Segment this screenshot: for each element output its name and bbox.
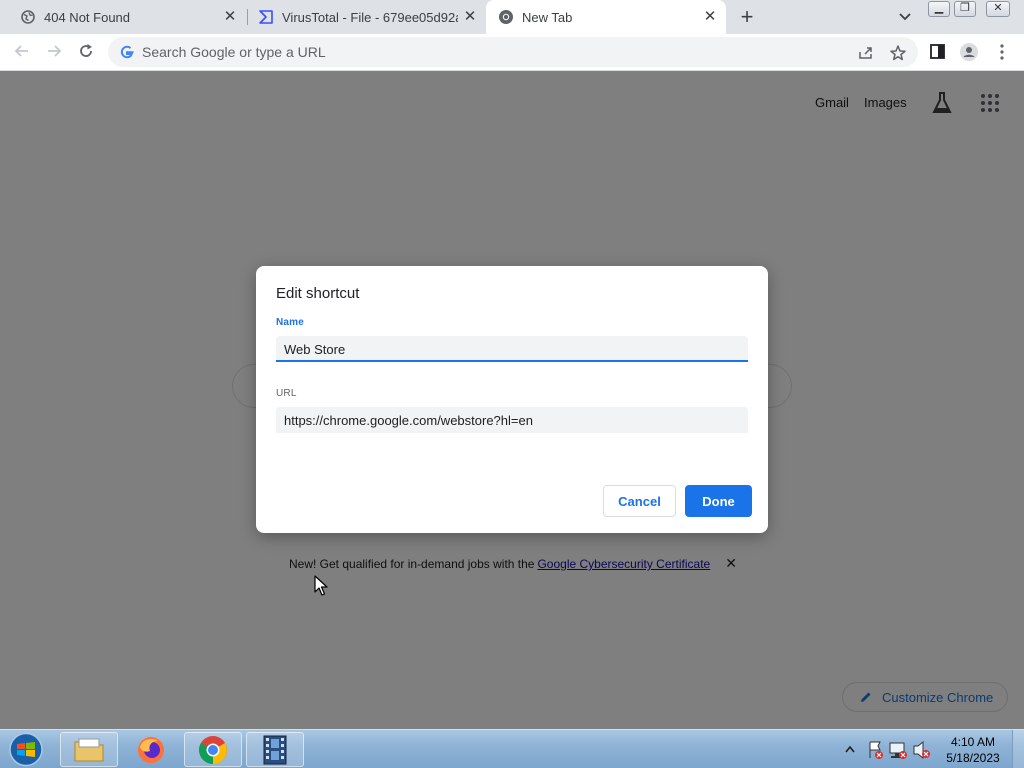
url-field-label: URL bbox=[276, 388, 297, 399]
back-arrow-icon bbox=[14, 45, 28, 57]
tab-search-chevron-icon[interactable] bbox=[896, 9, 914, 25]
mouse-cursor-icon bbox=[314, 575, 328, 596]
taskbar-clock[interactable]: 4:10 AM 5/18/2023 bbox=[940, 734, 1006, 766]
clock-date: 5/18/2023 bbox=[946, 751, 1000, 765]
dialog-title: Edit shortcut bbox=[276, 285, 360, 302]
tab-title: VirusTotal - File - 679ee05d92a85 bbox=[282, 9, 458, 25]
tab-strip: 404 Not Found ✕ VirusTotal - File - 679e… bbox=[0, 0, 1024, 34]
name-input[interactable]: Web Store bbox=[276, 336, 748, 362]
close-tab-icon[interactable]: ✕ bbox=[462, 9, 478, 25]
bookmark-star-icon[interactable] bbox=[888, 43, 908, 63]
share-icon[interactable] bbox=[856, 43, 876, 63]
menu-kebab-icon[interactable] bbox=[992, 42, 1012, 62]
firefox-icon bbox=[138, 736, 164, 763]
back-button[interactable] bbox=[12, 42, 32, 62]
tab-404-not-found[interactable]: 404 Not Found ✕ bbox=[0, 0, 246, 34]
omnibox-placeholder: Search Google or type a URL bbox=[142, 44, 326, 60]
windows-taskbar: 4:10 AM 5/18/2023 bbox=[0, 729, 1024, 768]
name-field-label: Name bbox=[276, 317, 305, 328]
omnibox[interactable]: Search Google or type a URL bbox=[108, 37, 918, 67]
tab-title: 404 Not Found bbox=[44, 9, 131, 25]
volume-muted-icon bbox=[913, 740, 930, 760]
tab-virustotal[interactable]: VirusTotal - File - 679ee05d92a85 ✕ bbox=[238, 0, 486, 34]
action-center-flag-icon bbox=[869, 741, 883, 759]
cancel-button[interactable]: Cancel bbox=[603, 485, 676, 517]
forward-arrow-icon bbox=[48, 45, 62, 57]
taskbar-chrome[interactable] bbox=[184, 732, 242, 767]
close-tab-icon[interactable]: ✕ bbox=[702, 9, 718, 25]
taskbar-firefox[interactable] bbox=[122, 732, 180, 767]
url-input[interactable]: https://chrome.google.com/webstore?hl=en bbox=[276, 407, 748, 433]
show-hidden-icons-icon bbox=[845, 745, 855, 753]
close-window-button[interactable]: ✕ bbox=[986, 1, 1010, 17]
done-button[interactable]: Done bbox=[685, 485, 752, 517]
start-button[interactable] bbox=[6, 731, 46, 768]
new-tab-button[interactable]: + bbox=[737, 6, 757, 28]
minimize-button[interactable]: ▁ bbox=[928, 1, 950, 17]
forward-button[interactable] bbox=[44, 42, 64, 62]
reload-button[interactable] bbox=[76, 42, 96, 62]
side-panel-icon[interactable] bbox=[928, 42, 948, 62]
edit-shortcut-dialog: Edit shortcut Name Web Store URL https:/… bbox=[256, 266, 768, 533]
system-tray bbox=[840, 730, 940, 768]
restore-button[interactable]: ❐ bbox=[954, 1, 976, 17]
network-icon bbox=[889, 742, 907, 759]
close-tab-icon[interactable]: ✕ bbox=[222, 9, 238, 25]
browser-toolbar: Search Google or type a URL bbox=[0, 34, 1024, 71]
google-g-icon bbox=[119, 44, 135, 60]
taskbar-media-player[interactable] bbox=[246, 732, 304, 767]
profile-avatar-icon[interactable] bbox=[959, 42, 979, 62]
taskbar-explorer[interactable] bbox=[60, 732, 118, 767]
folder-icon bbox=[74, 738, 104, 761]
film-strip-icon bbox=[263, 735, 287, 764]
tab-title: New Tab bbox=[522, 9, 573, 25]
clock-time: 4:10 AM bbox=[950, 735, 996, 749]
chrome-icon bbox=[199, 735, 227, 764]
virustotal-icon bbox=[258, 9, 274, 25]
reload-icon bbox=[80, 44, 92, 57]
tab-new-tab[interactable]: New Tab ✕ bbox=[486, 0, 726, 34]
show-desktop-button[interactable] bbox=[1012, 730, 1024, 768]
globe-icon bbox=[20, 9, 36, 25]
chrome-icon bbox=[498, 9, 514, 25]
